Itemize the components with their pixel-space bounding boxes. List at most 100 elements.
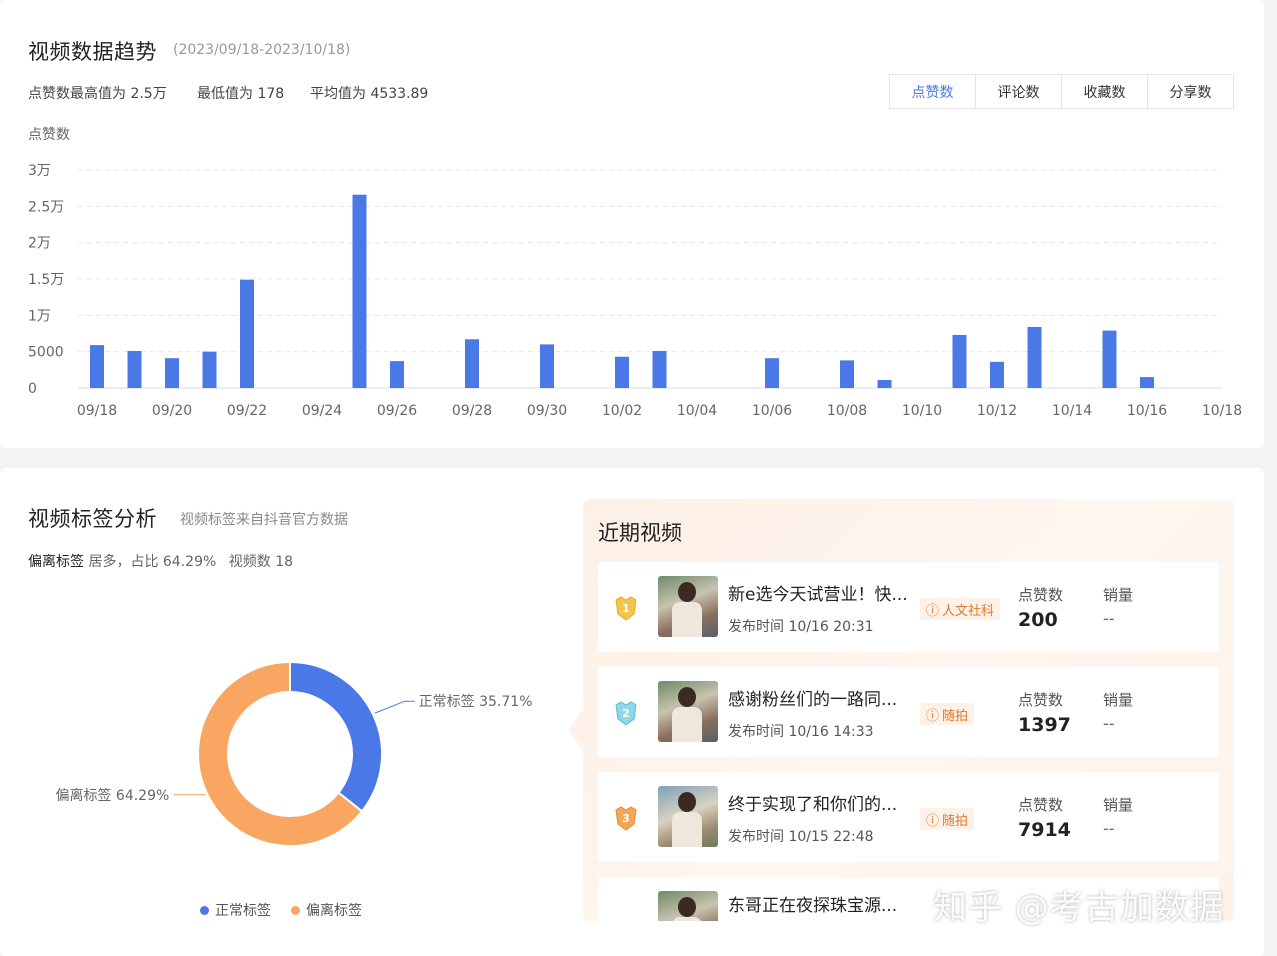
stat-avg: 平均值为 4533.89 [310, 86, 429, 102]
y-tick-label: 1万 [28, 308, 51, 324]
video-thumbnail[interactable] [658, 891, 718, 921]
bar-09-21 [202, 351, 217, 388]
tab-favorites[interactable]: 收藏数 [1062, 75, 1148, 108]
x-tick-label: 09/28 [452, 403, 492, 419]
video-title[interactable]: 感谢粉丝们的一路同... [728, 685, 897, 710]
y-tick-label: 3万 [28, 163, 51, 179]
bar-10-15 [1102, 330, 1117, 388]
metric-tabs: 点赞数 评论数 收藏数 分享数 [889, 74, 1234, 109]
bar-09-18 [90, 345, 104, 388]
video-tag: ⓘ 随拍 [920, 703, 975, 725]
stat-max: 点赞数最高值为 2.5万 [28, 86, 167, 102]
likes-value: 7914 [1018, 819, 1071, 841]
tab-comments[interactable]: 评论数 [976, 75, 1062, 108]
stat-min: 最低值为 178 [197, 86, 285, 102]
info-circle-icon: ⓘ [926, 708, 940, 724]
y-axis-label: 点赞数 [28, 127, 70, 143]
sales-label: 销量 [1103, 586, 1134, 604]
video-tag: ⓘ 人文社科 [920, 598, 1001, 620]
video-tag-label: 随拍 [942, 813, 969, 829]
rank-silver-badge-icon: 2 [615, 701, 637, 726]
likes-label: 点赞数 [1018, 796, 1064, 814]
info-circle-icon: ⓘ [926, 603, 940, 619]
donut-slice-0 [289, 660, 383, 813]
x-tick-label: 10/04 [677, 403, 717, 419]
tags-subtitle: 视频标签来自抖音官方数据 [180, 512, 348, 528]
sales-value: -- [1103, 819, 1115, 838]
tab-likes[interactable]: 点赞数 [890, 75, 976, 108]
bar-10-06 [765, 358, 779, 388]
donut-legend: 正常标签 偏离标签 [200, 900, 362, 920]
likes-value: 1397 [1018, 714, 1071, 736]
y-tick-label: 5000 [28, 345, 64, 361]
legend-deviated[interactable]: 偏离标签 [291, 900, 362, 920]
x-tick-label: 10/08 [827, 403, 867, 419]
bar-10-09 [877, 380, 892, 388]
x-tick-label: 09/30 [527, 403, 567, 419]
bar-09-22 [240, 279, 254, 388]
bar-09-26 [390, 361, 404, 388]
tab-shares[interactable]: 分享数 [1148, 75, 1233, 108]
donut-label-0: 正常标签 35.71% [419, 693, 533, 710]
video-thumbnail[interactable] [658, 576, 718, 637]
video-publish-time: 发布时间 10/16 20:31 [728, 619, 874, 635]
video-row[interactable]: 3 终于实现了和你们的... 发布时间 10/15 22:48 ⓘ 随拍 点赞数 … [598, 772, 1219, 862]
y-tick-label: 0 [28, 381, 37, 397]
video-row[interactable]: 2 感谢粉丝们的一路同... 发布时间 10/16 14:33 ⓘ 随拍 点赞数 … [598, 667, 1219, 757]
x-tick-label: 10/18 [1202, 403, 1242, 419]
likes-bar-chart: 点赞数 0 5000 1万 1.5万 2万 2.5万 3万 09/18 09/20 09/22 09/… [28, 127, 1242, 419]
bar-10-13 [1027, 326, 1042, 388]
video-title[interactable]: 终于实现了和你们的... [728, 790, 897, 815]
likes-label: 点赞数 [1018, 691, 1064, 709]
video-thumbnail[interactable] [658, 681, 718, 742]
x-tick-label: 10/06 [752, 403, 792, 419]
video-title[interactable]: 东哥正在夜探珠宝源... [728, 891, 897, 916]
rank-number: 1 [622, 602, 630, 615]
x-tick-label: 10/14 [1052, 403, 1092, 419]
video-tag: ⓘ 随拍 [920, 808, 975, 830]
x-tick-label: 09/26 [377, 403, 417, 419]
legend-normal-label: 正常标签 [215, 903, 271, 919]
video-title[interactable]: 新e选今天试营业！快... [728, 580, 908, 605]
legend-deviated-dot [291, 905, 300, 915]
rank-number: 2 [622, 707, 630, 720]
tag-donut-chart: 正常标签 35.71% 偏离标签 64.29% [55, 660, 533, 847]
video-tag-label: 人文社科 [942, 603, 995, 619]
rank-gold-badge-icon: 1 [615, 596, 637, 621]
trend-title: 视频数据趋势 [28, 40, 157, 64]
legend-deviated-label: 偏离标签 [306, 903, 362, 919]
info-circle-icon: ⓘ [926, 813, 940, 829]
recent-title: 近期视频 [598, 521, 682, 545]
recent-videos-panel: 近期视频 1 新e选今天试营业！快... 发布时间 10/16 20:31 ⓘ 人… [583, 499, 1234, 921]
video-publish-time: 发布时间 10/16 14:33 [728, 724, 874, 740]
donut-leader-line [374, 700, 415, 714]
x-tick-label: 10/02 [602, 403, 642, 419]
tags-title: 视频标签分析 [28, 507, 157, 531]
watermark: 知乎 @考古加数据 [933, 888, 1225, 928]
rank-number: 3 [622, 812, 630, 825]
bar-10-02 [615, 356, 629, 388]
video-tag-label: 随拍 [942, 708, 969, 724]
x-tick-label: 09/20 [152, 403, 192, 419]
rank-bronze-badge-icon: 3 [615, 806, 637, 831]
bar-10-16 [1140, 377, 1154, 388]
x-tick-label: 10/16 [1127, 403, 1167, 419]
bar-09-30 [540, 344, 554, 388]
bar-09-19 [127, 350, 142, 388]
bar-10-03 [652, 350, 667, 388]
x-tick-label: 09/24 [302, 403, 342, 419]
x-tick-label: 10/10 [902, 403, 942, 419]
likes-label: 点赞数 [1018, 586, 1064, 604]
bar-10-11 [952, 334, 967, 388]
video-thumbnail[interactable] [658, 786, 718, 847]
sales-value: -- [1103, 714, 1115, 733]
legend-normal[interactable]: 正常标签 [200, 900, 271, 920]
video-publish-time: 发布时间 10/15 22:48 [728, 829, 874, 845]
video-row[interactable]: 1 新e选今天试营业！快... 发布时间 10/16 20:31 ⓘ 人文社科 点… [598, 562, 1219, 652]
tags-summary-label: 偏离标签 [28, 554, 84, 570]
sales-label: 销量 [1103, 796, 1134, 814]
sales-value: -- [1103, 609, 1115, 628]
x-tick-label: 10/12 [977, 403, 1017, 419]
x-tick-label: 09/18 [77, 403, 117, 419]
y-tick-label: 2万 [28, 236, 51, 252]
